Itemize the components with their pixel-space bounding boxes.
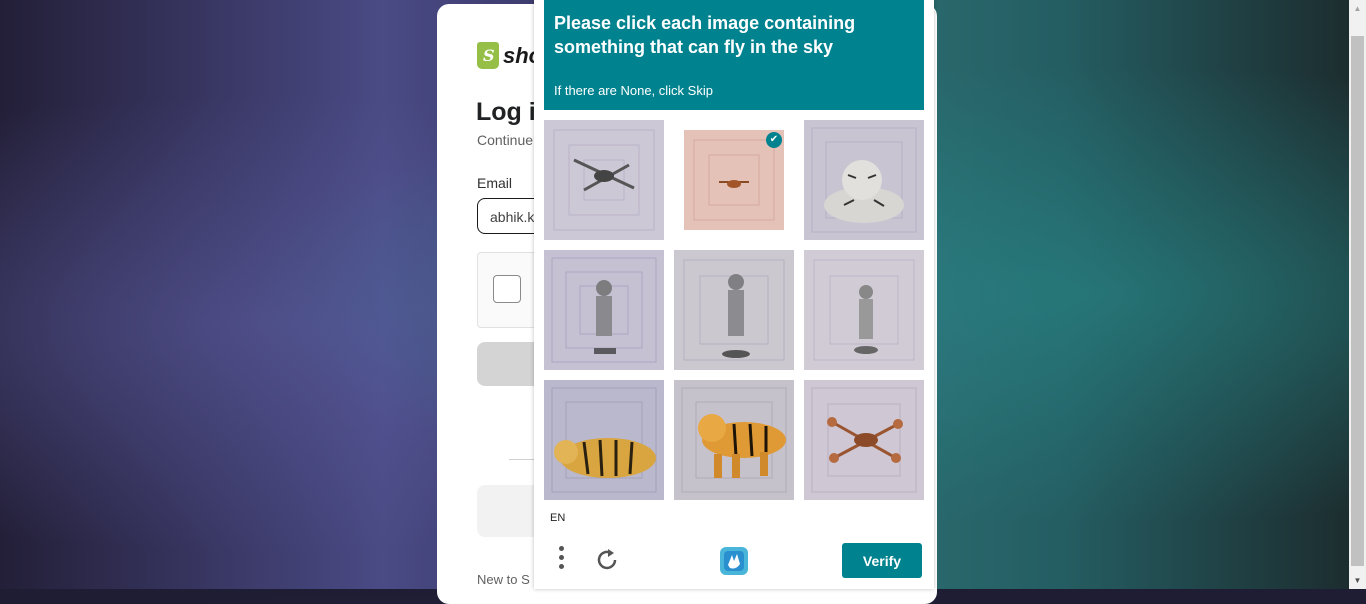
drone-image: [804, 380, 924, 500]
challenge-instruction: Please click each image containing somet…: [554, 13, 856, 57]
page-scrollbar[interactable]: ▲ ▼: [1349, 0, 1366, 589]
scroll-up-arrow-icon[interactable]: ▲: [1349, 0, 1366, 17]
soldier-figurine-image: [544, 250, 664, 370]
challenge-tile-1[interactable]: [544, 120, 664, 240]
challenge-tile-7[interactable]: [544, 380, 664, 500]
email-label: Email: [477, 175, 513, 191]
challenge-tile-5[interactable]: [674, 250, 794, 370]
drone-image: [544, 120, 664, 240]
challenge-tile-9[interactable]: [804, 380, 924, 500]
challenge-tile-4[interactable]: [544, 250, 664, 370]
captcha-checkbox[interactable]: [493, 275, 521, 303]
challenge-prompt: Please click each image containing somet…: [544, 0, 924, 110]
shopify-logo: sho: [477, 42, 542, 69]
captcha-challenge: Please click each image containing somet…: [534, 0, 934, 589]
verify-button[interactable]: Verify: [842, 543, 922, 578]
soldier-figurine-image: [674, 250, 794, 370]
tiger-figurine-image: [544, 380, 664, 500]
page-title: Log i: [476, 98, 536, 126]
hcaptcha-logo-icon: [716, 543, 752, 579]
challenge-tile-3[interactable]: [804, 120, 924, 240]
menu-icon[interactable]: [556, 546, 566, 576]
selected-check-icon: ✔: [766, 132, 782, 148]
challenge-hint: If there are None, click Skip: [554, 83, 713, 98]
page-subtitle: Continue: [477, 132, 534, 148]
language-selector[interactable]: EN: [550, 512, 565, 524]
challenge-tile-8[interactable]: [674, 380, 794, 500]
tiger-figurine-image: [804, 120, 924, 240]
challenge-tile-2[interactable]: ✔: [674, 120, 794, 240]
signup-prompt: New to S: [477, 572, 530, 587]
shopify-bag-icon: [477, 42, 499, 69]
scroll-down-arrow-icon[interactable]: ▼: [1349, 572, 1366, 589]
refresh-icon[interactable]: [593, 546, 621, 574]
scrollbar-thumb[interactable]: [1351, 36, 1364, 566]
tiger-figurine-image: [674, 380, 794, 500]
challenge-tile-6[interactable]: [804, 250, 924, 370]
soldier-figurine-image: [804, 250, 924, 370]
